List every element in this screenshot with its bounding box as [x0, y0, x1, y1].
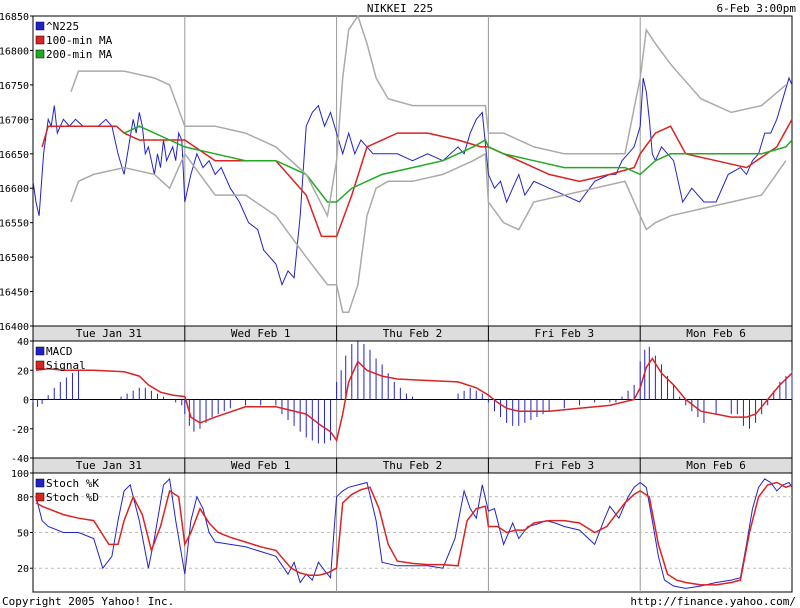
legend-swatch — [35, 478, 45, 488]
legend-label: 200-min MA — [46, 48, 113, 61]
y-tick-label: 16400 — [0, 322, 29, 333]
legend-swatch — [35, 360, 45, 370]
copyright-text: Copyright 2005 Yahoo! Inc. — [2, 595, 174, 608]
legend-swatch — [35, 49, 45, 59]
panel-frame — [32, 15, 793, 327]
y-tick-label: 16600 — [0, 184, 29, 195]
y-tick-label: 100 — [11, 469, 29, 480]
day-label: Tue Jan 31 — [76, 327, 142, 340]
day-label: Fri Feb 3 — [534, 459, 594, 472]
y-tick-label: 20 — [17, 564, 29, 575]
y-tick-label: 20 — [17, 366, 29, 377]
day-label: Thu Feb 2 — [383, 459, 443, 472]
legend-label: MACD — [46, 345, 73, 358]
legend-swatch — [35, 346, 45, 356]
day-label-bar-1: Tue Jan 31 Wed Feb 1 Thu Feb 2 Fri Feb 3 Mon… — [32, 325, 793, 342]
legend-swatch — [35, 35, 45, 45]
day-label: Wed Feb 1 — [231, 327, 291, 340]
panel-1: 16400 16450 16500 16550 16600 16650 16700 16750… — [0, 12, 793, 333]
legend-label: 100-min MA — [46, 34, 113, 47]
y-tick-label: 16800 — [0, 46, 29, 57]
chart-root: NIKKEI 225 6-Feb 3:00pm Copyright 2005 Y… — [0, 0, 800, 608]
legend-swatch — [35, 21, 45, 31]
day-label-bar-2: Tue Jan 31 Wed Feb 1 Thu Feb 2 Fri Feb 3 Mon… — [32, 457, 793, 474]
legend-swatch — [35, 492, 45, 502]
y-tick-label: 16500 — [0, 253, 29, 264]
y-tick-label: 16750 — [0, 81, 29, 92]
legend-label: Signal — [46, 359, 86, 372]
y-tick-label: 40 — [17, 337, 29, 348]
y-tick-label: 0 — [23, 396, 29, 407]
day-label: Mon Feb 6 — [686, 459, 746, 472]
y-tick-label: 16650 — [0, 150, 29, 161]
y-tick-label: 16700 — [0, 115, 29, 126]
chart-svg: NIKKEI 225 6-Feb 3:00pm Copyright 2005 Y… — [0, 2, 797, 608]
y-tick-label: -40 — [11, 454, 29, 465]
y-tick-label: 50 — [17, 529, 29, 540]
day-label: Thu Feb 2 — [383, 327, 443, 340]
legend-label: ^N225 — [46, 20, 79, 33]
day-label: Wed Feb 1 — [231, 459, 291, 472]
legend-label: Stoch %D — [46, 491, 99, 504]
panel-2: -40 -20 0 20 40 MACDSignal — [11, 337, 793, 465]
legend: Stoch %KStoch %D — [35, 477, 99, 504]
y-tick-label: 16850 — [0, 12, 29, 23]
y-tick-label: 16550 — [0, 219, 29, 230]
legend-label: Stoch %K — [46, 477, 99, 490]
day-label: Fri Feb 3 — [534, 327, 594, 340]
source-url: http://finance.yahoo.com/ — [630, 595, 796, 608]
y-tick-label: -20 — [11, 425, 29, 436]
y-tick-label: 80 — [17, 493, 29, 504]
chart-timestamp: 6-Feb 3:00pm — [717, 2, 797, 15]
day-label: Mon Feb 6 — [686, 327, 746, 340]
panel-3: 20 50 80 100 Stoch %KStoch %D — [11, 469, 793, 593]
y-tick-label: 16450 — [0, 288, 29, 299]
chart-title: NIKKEI 225 — [367, 2, 433, 15]
day-label: Tue Jan 31 — [76, 459, 142, 472]
